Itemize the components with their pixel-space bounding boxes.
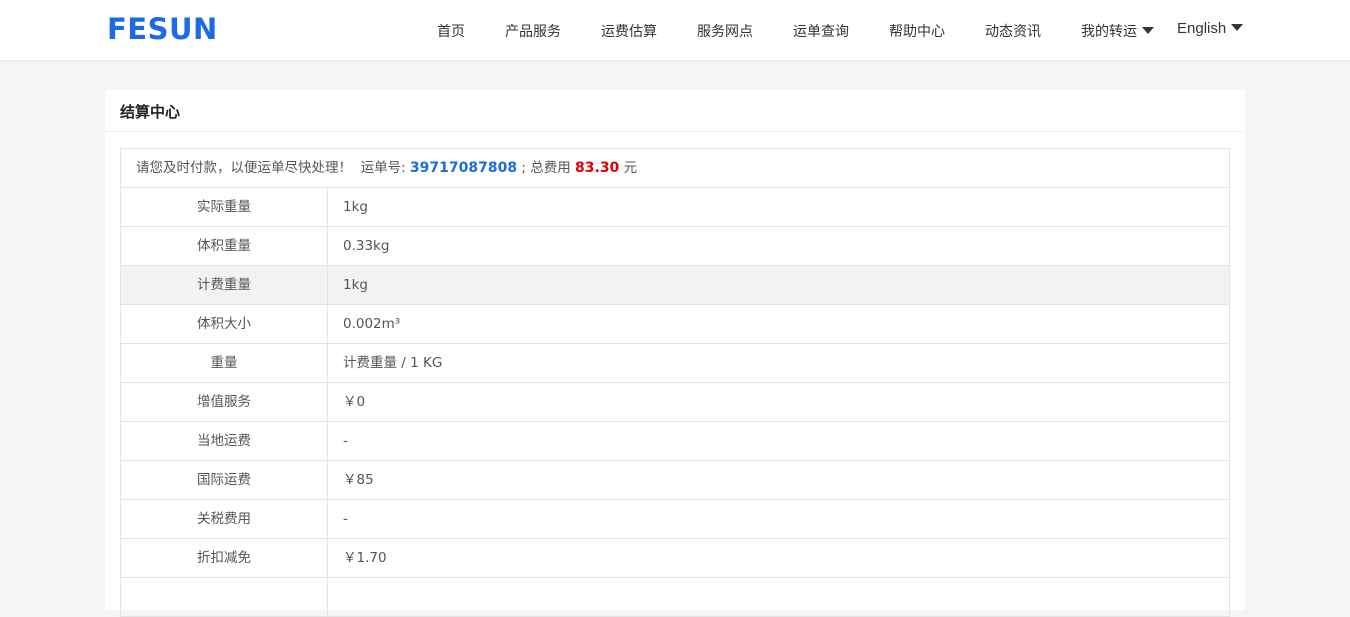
nav-home[interactable]: 首页 <box>437 21 465 41</box>
fesun-logo[interactable]: FESUN <box>107 12 218 46</box>
language-label: English <box>1177 20 1227 37</box>
row-value: 计费重量 / 1 KG <box>343 355 443 371</box>
row-label: 关税费用 <box>121 500 328 538</box>
table-row: 当地运费 - <box>121 422 1229 461</box>
row-label: 体积重量 <box>121 227 328 265</box>
table-row: 重量 计费重量 / 1 KG <box>121 344 1229 383</box>
notice-middle: ; 总费用 <box>517 160 576 176</box>
table-row: 实际重量 1kg <box>121 188 1229 227</box>
table-row: 国际运费 ￥85 <box>121 461 1229 500</box>
total-fee: 83.30 <box>575 160 620 176</box>
notice-suffix: 元 <box>619 160 638 176</box>
top-navbar: FESUN 首页 产品服务 运费估算 服务网点 运单查询 帮助中心 动态资讯 我… <box>0 0 1350 60</box>
row-label: 计费重量 <box>121 266 328 304</box>
settlement-panel: 结算中心 请您及时付款，以便运单尽快处理！ 运单号: 39717087808 ;… <box>105 90 1245 617</box>
row-label: 实际重量 <box>121 188 328 226</box>
row-value: - <box>343 511 348 527</box>
table-row: 体积大小 0.002m³ <box>121 305 1229 344</box>
table-row: 体积重量 0.33kg <box>121 227 1229 266</box>
payment-notice: 请您及时付款，以便运单尽快处理！ 运单号: 39717087808 ; 总费用 … <box>121 149 1229 188</box>
row-value: ￥1.70 <box>343 550 387 566</box>
table-row: 折扣减免 ￥1.70 <box>121 539 1229 578</box>
table-row <box>121 578 1229 617</box>
row-value: 0.002m³ <box>343 316 401 332</box>
row-label <box>121 578 328 616</box>
row-label: 折扣减免 <box>121 539 328 577</box>
nav-service-points[interactable]: 服务网点 <box>697 21 753 41</box>
row-value: 0.33kg <box>343 238 390 254</box>
nav-my-forwarding-label: 我的转运 <box>1081 24 1137 40</box>
nav-products[interactable]: 产品服务 <box>505 21 561 41</box>
table-row: 计费重量 1kg <box>121 266 1229 305</box>
row-value: ￥0 <box>343 394 366 410</box>
chevron-down-icon <box>1142 27 1154 34</box>
language-selector[interactable]: English <box>1177 20 1244 37</box>
table-row: 关税费用 - <box>121 500 1229 539</box>
nav-my-forwarding[interactable]: 我的转运 <box>1081 21 1154 41</box>
row-value: - <box>343 433 348 449</box>
row-label: 重量 <box>121 344 328 382</box>
row-label: 增值服务 <box>121 383 328 421</box>
row-label: 当地运费 <box>121 422 328 460</box>
row-label: 国际运费 <box>121 461 328 499</box>
notice-prefix: 请您及时付款，以便运单尽快处理！ 运单号: <box>136 160 410 176</box>
panel-title: 结算中心 <box>105 90 1245 132</box>
nav-waybill-tracking[interactable]: 运单查询 <box>793 21 849 41</box>
row-value: 1kg <box>343 277 368 293</box>
waybill-number: 39717087808 <box>409 160 518 176</box>
chevron-down-icon <box>1231 24 1244 32</box>
table-row: 增值服务 ￥0 <box>121 383 1229 422</box>
settlement-table: 请您及时付款，以便运单尽快处理！ 运单号: 39717087808 ; 总费用 … <box>120 148 1230 617</box>
row-value: ￥85 <box>343 472 374 488</box>
row-value: 1kg <box>343 199 368 215</box>
nav-help-center[interactable]: 帮助中心 <box>889 21 945 41</box>
nav-news[interactable]: 动态资讯 <box>985 21 1041 41</box>
row-label: 体积大小 <box>121 305 328 343</box>
nav-freight-estimate[interactable]: 运费估算 <box>601 21 657 41</box>
row-value <box>328 578 1229 616</box>
